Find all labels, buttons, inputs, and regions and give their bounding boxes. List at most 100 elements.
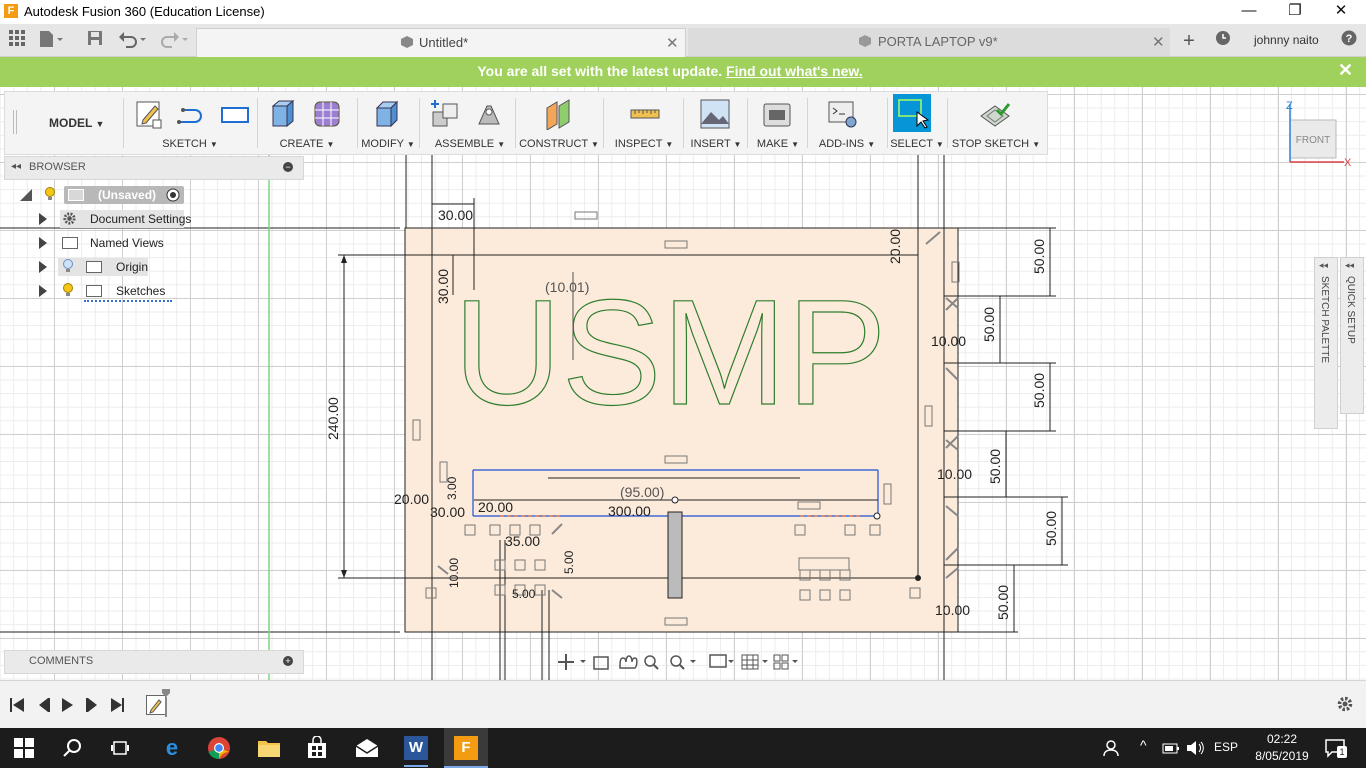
workspace-switcher[interactable]: MODEL ▼ [49, 116, 104, 130]
select-tool-highlight[interactable] [893, 94, 931, 132]
dimension-50-b: 50.00 [981, 307, 997, 342]
comments-panel-header[interactable]: COMMENTS + [4, 650, 304, 674]
collapse-triangle-icon[interactable] [20, 189, 32, 201]
input-language[interactable]: ESP [1214, 740, 1238, 754]
select-group[interactable]: SELECT ▼ [889, 92, 945, 154]
sketch-palette-label: SKETCH PALETTE [1319, 276, 1330, 364]
expand-triangle-icon[interactable] [39, 213, 47, 225]
windows-taskbar: e W F ^ ESP 02:22 8/05/2019 1 [0, 728, 1366, 768]
assemble-group[interactable]: ASSEMBLE ▼ [425, 92, 515, 154]
insert-group[interactable]: INSERT ▼ [687, 92, 745, 154]
ribbon-toolbar: MODEL ▼ SKETCH ▼ CREATE ▼ MODIFY ▼ ASSEM… [4, 91, 1048, 155]
folder-icon [86, 285, 102, 297]
show-hidden-icons-chevron-icon[interactable]: ^ [1140, 737, 1147, 753]
tab-porta-laptop[interactable]: PORTA LAPTOP v9* ✕ [688, 28, 1170, 56]
sketch-palette-tab[interactable]: ◂◂ SKETCH PALETTE [1314, 257, 1338, 429]
dimension-5-b: 5.00 [512, 587, 536, 601]
redo-icon[interactable] [160, 30, 188, 52]
minimize-button[interactable]: — [1226, 0, 1272, 24]
stop-sketch-icon [980, 103, 1011, 127]
banner-close-button[interactable]: ✕ [1338, 60, 1353, 81]
dimension-3: 3.00 [445, 476, 459, 500]
file-menu-icon[interactable] [38, 30, 63, 52]
form-icon [314, 101, 340, 127]
dimension-5: 5.00 [562, 550, 576, 574]
toolbar-grip[interactable] [13, 110, 17, 134]
stop-sketch-group[interactable]: STOP SKETCH ▼ [949, 92, 1043, 154]
construct-group[interactable]: CONSTRUCT ▼ [519, 92, 599, 154]
dimension-30-top: 30.00 [438, 207, 473, 223]
navigation-bar [556, 650, 804, 674]
measure-icon [630, 109, 660, 119]
clock-time[interactable]: 02:22 [1250, 732, 1314, 746]
modify-group[interactable]: MODIFY ▼ [361, 92, 415, 154]
update-banner: You are all set with the latest update. … [0, 57, 1366, 87]
create-group[interactable]: CREATE ▼ [263, 92, 351, 154]
expand-icon[interactable]: ◂◂ [1345, 260, 1354, 271]
restore-button[interactable]: ❐ [1272, 0, 1318, 24]
browser-item-named-views[interactable]: Named Views [0, 232, 300, 254]
fusion-taskbar-item[interactable]: F [444, 728, 488, 768]
dimension-10-c: 10.00 [935, 602, 970, 618]
banner-text: You are all set with the latest update. [477, 63, 723, 79]
dimension-240: 240.00 [325, 397, 341, 440]
origin-label: Origin [116, 260, 149, 274]
joint-icon [478, 105, 500, 125]
job-status-clock-icon[interactable] [1212, 30, 1234, 52]
dimension-10-01: (10.01) [545, 279, 589, 295]
edge-browser-icon[interactable]: e [158, 734, 186, 762]
banner-message: You are all set with the latest update. … [0, 63, 1340, 79]
browser-item-origin[interactable]: Origin [0, 256, 300, 278]
comments-add-button[interactable]: + [283, 656, 293, 666]
close-tab-icon[interactable]: ✕ [666, 34, 679, 52]
fusion-app-icon: F [4, 4, 18, 18]
tab-porta-laptop-label: PORTA LAPTOP v9* [878, 34, 998, 49]
help-icon[interactable]: ? [1338, 30, 1360, 52]
add-ins-group[interactable]: ADD-INS ▼ [809, 92, 885, 154]
save-icon[interactable] [84, 30, 106, 52]
inspect-group[interactable]: INSPECT ▼ [609, 92, 679, 154]
expand-triangle-icon[interactable] [39, 237, 47, 249]
people-icon [1103, 740, 1119, 757]
browser-title: BROWSER [29, 161, 86, 173]
expand-icon[interactable]: ◂◂ [1319, 260, 1328, 271]
folder-icon [86, 261, 102, 273]
user-name[interactable]: johnny naito [1254, 33, 1319, 47]
sketch-group[interactable]: SKETCH ▼ [129, 92, 251, 154]
sketch-active-underline [84, 298, 172, 302]
create-menu-label: CREATE ▼ [279, 138, 335, 150]
timeline-marker[interactable] [162, 689, 170, 717]
expand-triangle-icon[interactable] [39, 261, 47, 273]
viewcube-face-label: FRONT [1296, 135, 1330, 146]
tab-untitled[interactable]: Untitled* ✕ [196, 28, 686, 57]
word-icon[interactable]: W [404, 736, 428, 760]
activate-radio-icon [166, 188, 180, 202]
close-window-button[interactable]: ✕ [1318, 0, 1364, 24]
close-tab-icon[interactable]: ✕ [1152, 33, 1165, 51]
document-settings-label: Document Settings [90, 212, 192, 226]
windows-start-icon [14, 738, 34, 758]
dimension-20-left: 20.00 [394, 491, 429, 507]
undo-icon[interactable] [118, 30, 146, 52]
make-group[interactable]: MAKE ▼ [751, 92, 805, 154]
whats-new-link[interactable]: Find out what's new. [726, 63, 863, 79]
rectangle-tool-icon [221, 107, 249, 123]
browser-item-document-settings[interactable]: Document Settings [0, 208, 300, 230]
viewcube[interactable]: FRONT Z X [1282, 96, 1354, 170]
browser-item-sketches[interactable]: Sketches [0, 280, 300, 302]
modify-menu-label: MODIFY ▼ [361, 138, 415, 150]
browser-root-row[interactable]: (Unsaved) [0, 184, 300, 206]
expand-triangle-icon[interactable] [39, 285, 47, 297]
new-tab-plus-icon[interactable]: + [1178, 30, 1200, 52]
dimension-50-c: 50.00 [1031, 373, 1047, 408]
folder-icon [62, 237, 78, 249]
notification-count: 1 [1337, 746, 1347, 758]
tab-untitled-label: Untitled* [419, 35, 469, 50]
app-grid-icon[interactable] [6, 30, 28, 52]
browser-collapse-button[interactable]: − [283, 162, 293, 172]
quick-setup-tab[interactable]: ◂◂ QUICK SETUP [1340, 257, 1364, 414]
collapse-browser-icon[interactable]: ◂◂ [11, 161, 21, 172]
browser-panel-header[interactable]: ◂◂ BROWSER − [4, 156, 304, 180]
select-menu-label: SELECT ▼ [890, 138, 944, 150]
clock-date[interactable]: 8/05/2019 [1246, 749, 1318, 763]
